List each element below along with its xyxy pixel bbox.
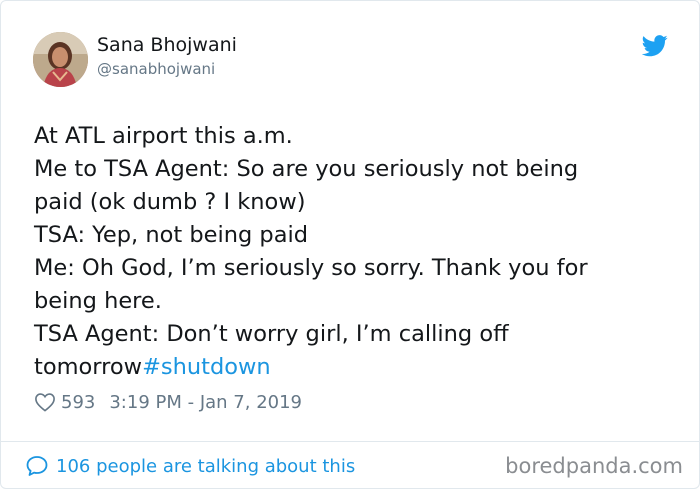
tweet-card: Sana Bhojwani @sanabhojwani At ATL airpo… — [0, 0, 700, 489]
tweet-line: being here. — [34, 288, 162, 314]
like-count[interactable]: 593 — [61, 392, 95, 413]
divider — [1, 441, 700, 442]
tweet-line: Me to TSA Agent: So are you seriously no… — [34, 156, 579, 182]
twitter-bird-icon[interactable] — [642, 35, 668, 57]
tweet-line-last: tomorrow#shutdown — [34, 351, 664, 384]
speech-bubble-icon — [26, 456, 48, 476]
timestamp[interactable]: 3:19 PM - Jan 7, 2019 — [109, 392, 302, 413]
tweet-line-text: tomorrow — [34, 354, 143, 380]
watermark: boredpanda.com — [505, 454, 683, 478]
tweet-line: TSA Agent: Don’t worry girl, I’m calling… — [34, 321, 509, 347]
avatar-photo — [33, 32, 88, 87]
talking-text: 106 people are talking about this — [56, 455, 356, 477]
tweet-line: Me: Oh God, I’m seriously so sorry. Than… — [34, 255, 588, 281]
tweet-line: TSA: Yep, not being paid — [34, 222, 309, 248]
tweet-line: paid (ok dumb ? I know) — [34, 189, 306, 215]
heart-icon[interactable] — [34, 392, 56, 412]
hashtag-link[interactable]: #shutdown — [142, 354, 271, 380]
author-name[interactable]: Sana Bhojwani — [97, 34, 237, 56]
avatar[interactable] — [33, 32, 88, 87]
tweet-line: At ATL airport this a.m. — [34, 123, 293, 149]
talking-link[interactable]: 106 people are talking about this — [25, 453, 355, 479]
author-handle[interactable]: @sanabhojwani — [97, 60, 215, 78]
tweet-meta: 593 3:19 PM - Jan 7, 2019 — [34, 390, 302, 414]
tweet-text: At ATL airport this a.m. Me to TSA Agent… — [34, 120, 664, 384]
